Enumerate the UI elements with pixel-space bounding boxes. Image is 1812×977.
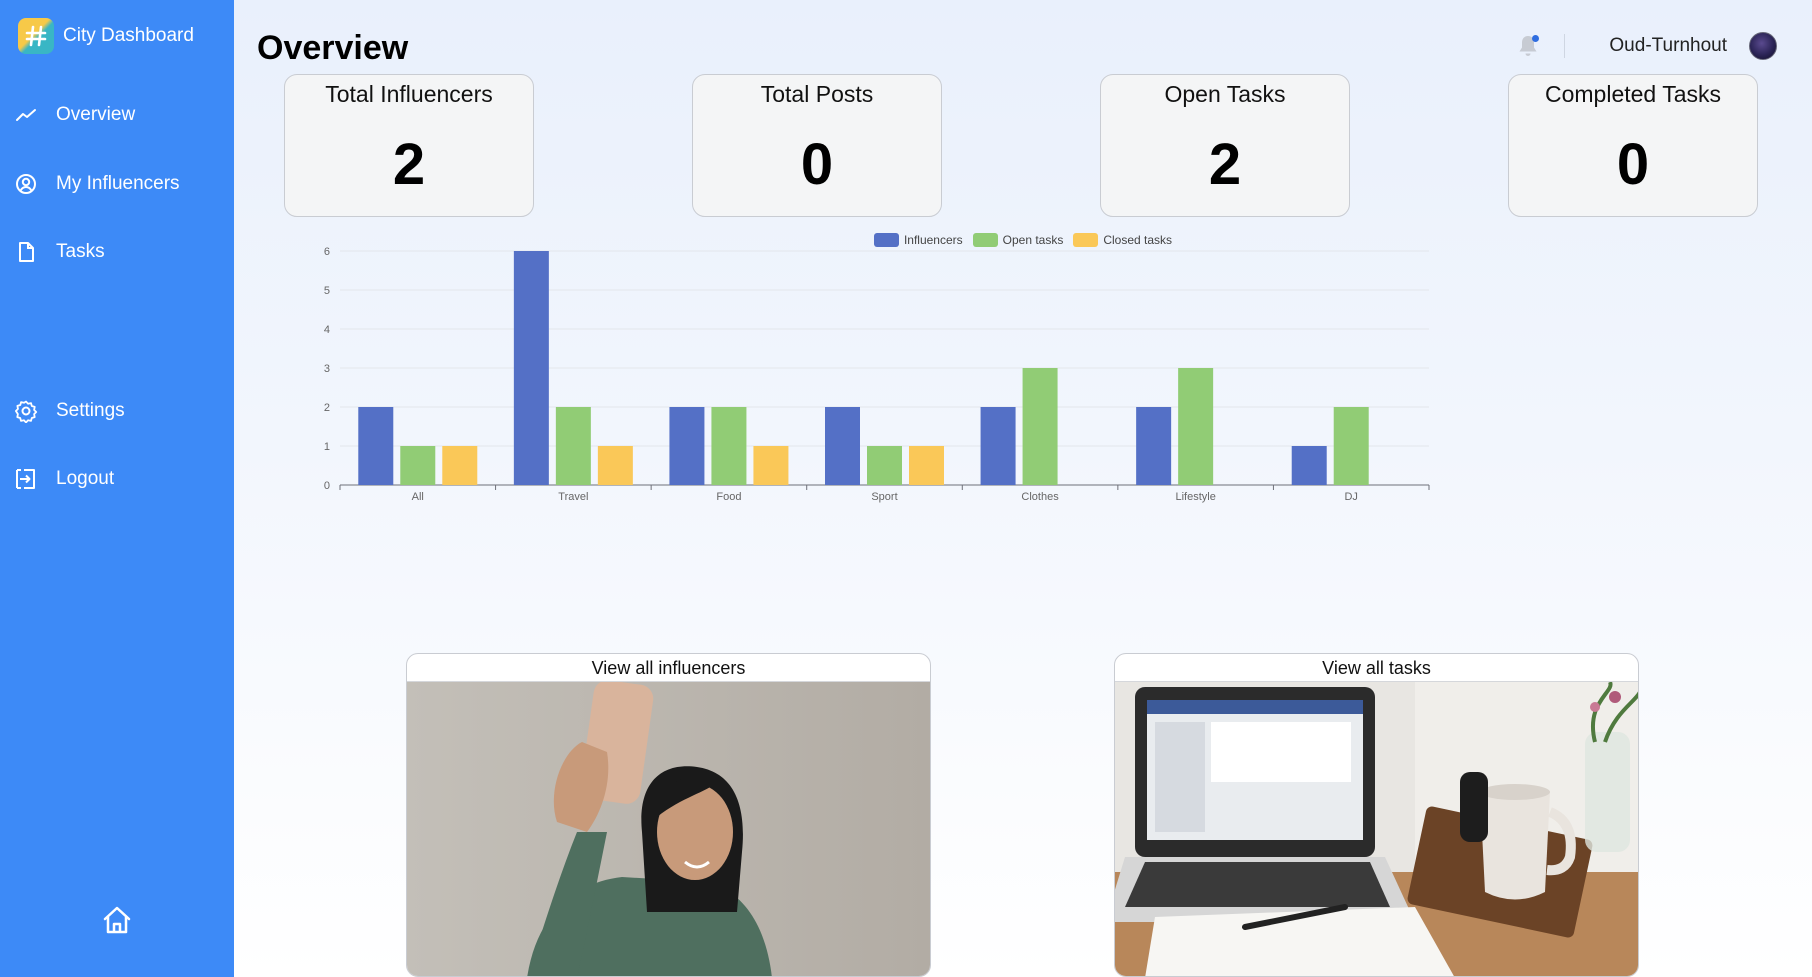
page-title: Overview [257, 29, 409, 67]
user-name[interactable]: Oud-Turnhout [1609, 35, 1727, 57]
y-tick-label: 5 [324, 285, 330, 297]
sidebar-item-label: Logout [56, 468, 115, 489]
app-title: City Dashboard [63, 25, 194, 46]
view-all-influencers-card[interactable]: View all influencers [406, 653, 931, 977]
stat-card-completed-tasks: Completed Tasks 0 [1508, 74, 1758, 217]
bar-influencers [1136, 407, 1172, 485]
x-tick-label: DJ [1344, 491, 1357, 503]
view-all-tasks-link[interactable]: View all tasks [1115, 654, 1638, 682]
bar-open-tasks [400, 446, 436, 485]
y-tick-label: 2 [324, 402, 330, 414]
stat-value: 0 [1616, 132, 1650, 197]
stat-value: 2 [392, 132, 426, 197]
main-content: Overview Oud-Turnhout Total Influencers … [234, 0, 1812, 977]
x-tick-label: All [412, 491, 424, 503]
view-all-influencers-link[interactable]: View all influencers [407, 654, 930, 682]
influencer-selfie-photo [407, 682, 930, 976]
y-tick-label: 6 [324, 246, 330, 258]
bar-open-tasks [1333, 407, 1369, 485]
sidebar-item-label: Overview [56, 104, 136, 125]
sidebar-item-label: Settings [56, 400, 125, 421]
bar-influencers [358, 407, 394, 485]
sidebar-item-label: Tasks [56, 241, 105, 262]
y-tick-label: 3 [324, 363, 330, 375]
bell-icon[interactable] [1516, 33, 1540, 59]
bar-open-tasks [555, 407, 591, 485]
sidebar-item-logout[interactable]: Logout [14, 467, 114, 491]
bar-open-tasks [1022, 368, 1058, 485]
y-tick-label: 1 [324, 441, 330, 453]
stat-card-total-influencers: Total Influencers 2 [284, 74, 534, 217]
stat-label: Total Posts [760, 81, 874, 107]
bar-open-tasks [867, 446, 902, 485]
bar-closed-tasks [753, 446, 789, 485]
bar-closed-tasks [442, 446, 478, 485]
bar-chart: Influencers Open tasks Closed tasks 0123… [234, 225, 1812, 595]
logout-icon [14, 467, 38, 491]
view-all-tasks-card[interactable]: View all tasks [1114, 653, 1639, 977]
y-tick-label: 4 [324, 324, 330, 336]
stat-value: 0 [800, 132, 834, 197]
x-tick-label: Clothes [1021, 491, 1059, 503]
bar-closed-tasks [597, 446, 633, 485]
stat-card-total-posts: Total Posts 0 [692, 74, 942, 217]
bar-influencers [1291, 446, 1327, 485]
divider [1564, 34, 1566, 58]
bar-influencers [825, 407, 860, 485]
laptop-desk-photo [1115, 682, 1638, 976]
bar-influencers [980, 407, 1016, 485]
sidebar-item-tasks[interactable]: Tasks [14, 240, 105, 264]
trend-line-icon [14, 103, 38, 127]
bar-influencers [669, 407, 705, 485]
sidebar: City Dashboard Overview My Influencers T… [0, 0, 234, 977]
sidebar-item-my-influencers[interactable]: My Influencers [14, 172, 180, 196]
sidebar-item-settings[interactable]: Settings [14, 399, 125, 423]
sidebar-item-overview[interactable]: Overview [14, 103, 135, 127]
avatar[interactable] [1749, 32, 1777, 60]
gear-icon [14, 399, 38, 423]
bar-open-tasks [1178, 368, 1214, 485]
x-tick-label: Travel [558, 491, 588, 503]
bar-closed-tasks [909, 446, 944, 485]
brand[interactable]: City Dashboard [18, 18, 194, 54]
y-tick-label: 0 [324, 480, 330, 492]
stat-card-open-tasks: Open Tasks 2 [1100, 74, 1350, 217]
stat-label: Completed Tasks [1545, 81, 1721, 107]
user-circle-icon [14, 172, 38, 196]
chart-plot: 0 1 2 3 4 5 6 All Travel Food Sport Clothes Lifestyl… [324, 246, 1430, 503]
stat-label: Total Influencers [325, 81, 493, 107]
sidebar-item-label: My Influencers [56, 173, 180, 194]
document-icon [14, 240, 38, 264]
topbar: Oud-Turnhout [1516, 32, 1777, 60]
x-tick-label: Lifestyle [1175, 491, 1215, 503]
stat-label: Open Tasks [1164, 81, 1286, 107]
bar-open-tasks [711, 407, 747, 485]
x-tick-label: Food [716, 491, 741, 503]
stat-value: 2 [1208, 132, 1242, 197]
home-icon[interactable] [100, 903, 134, 937]
hashtag-logo-icon [18, 18, 54, 54]
bar-influencers [513, 251, 549, 485]
x-tick-label: Sport [871, 491, 897, 503]
